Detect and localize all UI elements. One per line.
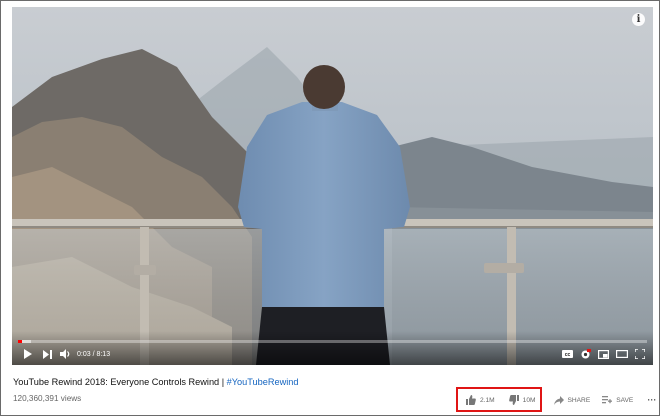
like-button[interactable]: 2.1M (466, 395, 495, 405)
thumbs-down-icon (508, 395, 519, 405)
more-icon[interactable]: ··· (647, 395, 656, 405)
time-display: 0:03 / 8:13 (77, 350, 111, 358)
video-player[interactable]: i 0:03 / 8:13 cc (12, 7, 653, 365)
save-button[interactable]: SAVE (602, 395, 634, 405)
svg-text:cc: cc (565, 352, 571, 358)
played-bar (18, 340, 22, 343)
screenshot-frame: i 0:03 / 8:13 cc YouTube Rewind 2018: Ev… (0, 0, 660, 416)
subtitles-icon[interactable]: cc (562, 346, 573, 362)
theater-icon[interactable] (616, 346, 628, 362)
progress-bar[interactable] (18, 340, 647, 343)
miniplayer-icon[interactable] (598, 346, 609, 362)
volume-icon[interactable] (60, 346, 71, 362)
settings-icon[interactable] (580, 346, 591, 362)
hashtag-link[interactable]: #YouTubeRewind (227, 377, 299, 387)
action-bar: 2.1M 10M SHARE SAVE ··· (456, 389, 656, 411)
save-label: SAVE (616, 396, 634, 404)
info-icon[interactable]: i (632, 13, 645, 26)
video-title: YouTube Rewind 2018: Everyone Controls R… (13, 377, 299, 387)
fullscreen-icon[interactable] (635, 346, 645, 362)
dislike-button[interactable]: 10M (508, 395, 536, 405)
video-frame (12, 7, 653, 365)
share-label: SHARE (567, 396, 591, 404)
dislike-count: 10M (522, 396, 536, 404)
play-icon[interactable] (23, 346, 32, 362)
player-controls: 0:03 / 8:13 cc (12, 346, 653, 362)
share-button[interactable]: SHARE (553, 395, 591, 405)
share-icon (553, 395, 564, 405)
thumbs-up-icon (466, 395, 476, 405)
playlist-add-icon (602, 395, 613, 403)
view-count: 120,360,391 views (13, 394, 82, 403)
buffered-bar (21, 340, 31, 343)
next-icon[interactable] (43, 346, 52, 362)
like-count: 2.1M (480, 396, 495, 404)
